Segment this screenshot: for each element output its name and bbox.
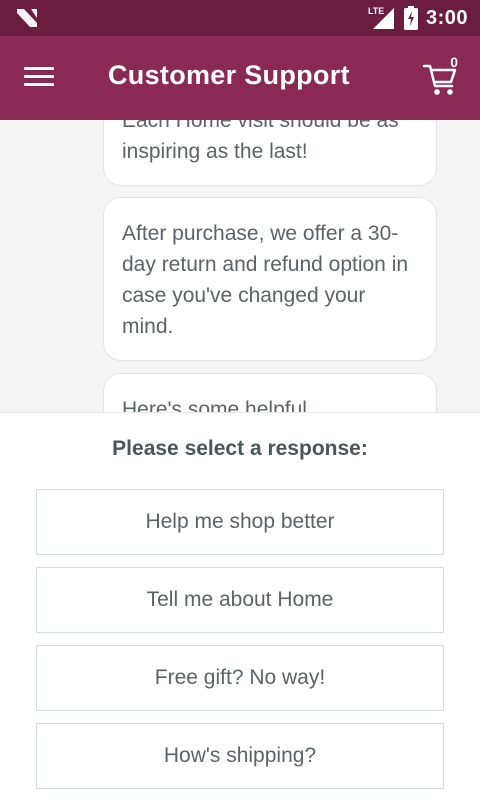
response-prompt: Please select a response:: [112, 437, 368, 460]
clock: 3:00: [425, 6, 468, 29]
chat-bubble: Here's some helpful: [103, 373, 437, 412]
hamburger-menu-icon[interactable]: [24, 62, 60, 94]
message-text: After purchase, we offer a 30-day return…: [122, 222, 409, 338]
response-option-about-home[interactable]: Tell me about Home: [36, 567, 444, 633]
response-panel: Please select a response: Help me shop b…: [0, 412, 480, 800]
app-bar: Customer Support 0: [0, 36, 480, 120]
n-logo-icon: [14, 6, 40, 30]
signal-icon: LTE: [368, 5, 396, 31]
option-label: How's shipping?: [163, 744, 317, 767]
page-title: Customer Support: [108, 60, 350, 90]
option-label: Tell me about Home: [146, 588, 334, 611]
chat-bubble: After purchase, we offer a 30-day return…: [103, 197, 437, 361]
battery-icon: [403, 6, 418, 30]
response-option-shop-better[interactable]: Help me shop better: [36, 489, 444, 555]
message-text: Here's some helpful: [122, 398, 307, 412]
status-icons: LTE 3:00: [368, 0, 468, 36]
option-label: Help me shop better: [145, 510, 335, 533]
cart-button[interactable]: 0: [422, 54, 462, 98]
message-text: Each Home visit should be as inspiring a…: [122, 120, 399, 163]
chat-messages[interactable]: Each Home visit should be as inspiring a…: [0, 120, 480, 412]
option-label: Free gift? No way!: [154, 666, 326, 689]
status-bar: LTE 3:00: [0, 0, 480, 36]
cart-count-badge: 0: [450, 54, 458, 70]
response-option-shipping[interactable]: How's shipping?: [36, 723, 444, 789]
response-option-free-gift[interactable]: Free gift? No way!: [36, 645, 444, 711]
chat-bubble: Each Home visit should be as inspiring a…: [103, 120, 437, 186]
